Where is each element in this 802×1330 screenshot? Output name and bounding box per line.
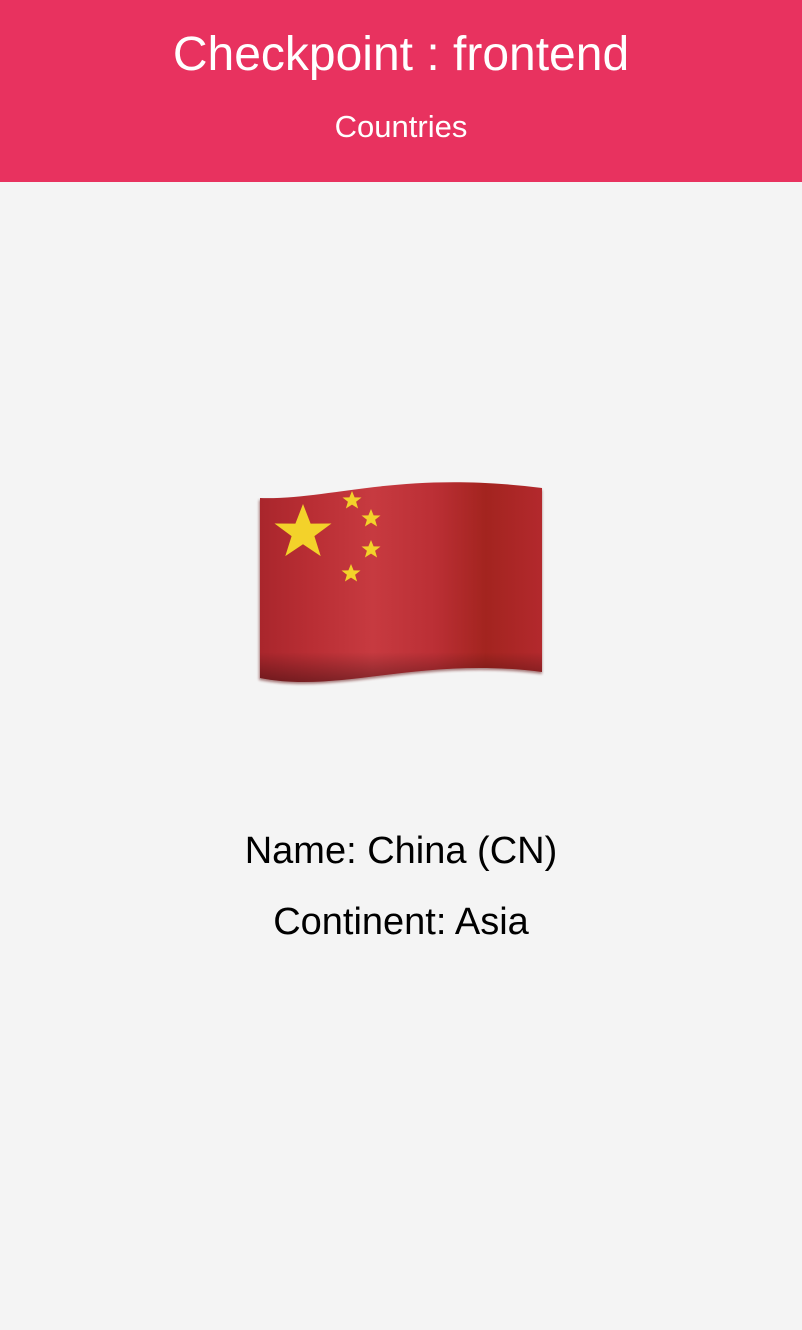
country-continent: Continent: Asia: [273, 901, 529, 943]
country-name: Name: China (CN): [244, 830, 558, 872]
page-title: Checkpoint : frontend: [172, 28, 630, 81]
countries-nav-link[interactable]: Countries: [0, 108, 802, 146]
china-flag-icon: [250, 478, 552, 694]
country-detail: Name: China (CN) Continent: Asia: [0, 182, 802, 1330]
app-header: Checkpoint : frontend Countries: [0, 0, 802, 182]
